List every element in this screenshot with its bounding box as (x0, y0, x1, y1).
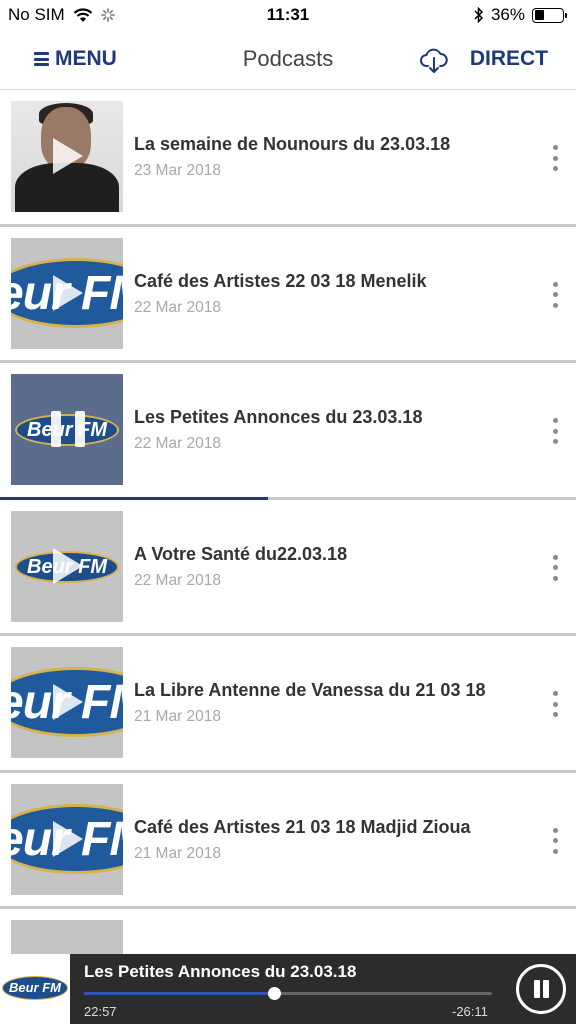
podcast-thumbnail[interactable]: eur FM (11, 647, 123, 758)
battery-level (534, 10, 544, 20)
player-station-logo: Beur FM (0, 954, 70, 1024)
hamburger-icon (34, 52, 49, 66)
play-icon[interactable] (53, 684, 83, 720)
wifi-icon (73, 7, 92, 22)
podcast-thumbnail[interactable]: Beur FM (11, 374, 123, 485)
podcast-title: Café des Artistes 21 03 18 Madjid Zioua (134, 816, 471, 837)
podcast-date: 22 Mar 2018 (134, 298, 222, 316)
carrier-label: No SIM (8, 5, 65, 24)
podcast-title: Les Petites Annonces du 23.03.18 (134, 407, 423, 427)
more-options-icon[interactable] (550, 827, 560, 854)
battery-percent: 36% (490, 5, 525, 24)
player-logo-text: Beur FM (9, 980, 61, 995)
status-bar: No SIM 11:31 36% (0, 0, 576, 30)
player-seek-bar[interactable] (84, 987, 492, 1000)
podcast-item[interactable]: eur FM Café des Artistes 22 03 18 Menelik… (0, 226, 576, 363)
more-options-icon[interactable] (550, 418, 560, 444)
podcast-list: La semaine de Nounours du 23.03.18 23 Mar… (0, 90, 576, 1024)
play-icon[interactable] (53, 274, 83, 311)
podcast-title: La Libre Antenne de Vanessa du 21 03 18 (134, 680, 486, 700)
bluetooth-icon (474, 7, 484, 23)
podcast-date: 21 Mar 2018 (134, 844, 222, 862)
podcast-item[interactable]: eur FM La Libre Antenne de Vanessa du 21 … (0, 636, 576, 773)
play-icon[interactable] (53, 138, 83, 174)
podcast-thumbnail[interactable] (11, 101, 123, 212)
player-track-title: Les Petites Annonces du 23.03.18 (84, 962, 357, 981)
mini-player: Beur FM Les Petites Annonces du 23.03.18… (0, 954, 576, 1024)
status-right: 36% (474, 5, 567, 25)
player-seek-fill (84, 992, 274, 995)
pause-icon-bar (543, 980, 549, 998)
menu-button[interactable]: MENU (34, 47, 117, 71)
podcast-date: 22 Mar 2018 (134, 435, 222, 452)
player-seek-knob[interactable] (267, 987, 281, 1000)
menu-label: MENU (55, 47, 117, 70)
loading-spinner-icon (100, 8, 115, 22)
cloud-download-icon[interactable] (419, 45, 449, 75)
podcast-item[interactable]: Beur FM Les Petites Annonces du 23.03.18 2… (0, 363, 576, 500)
podcast-date: 21 Mar 2018 (134, 708, 222, 725)
play-icon[interactable] (53, 547, 83, 584)
play-icon[interactable] (53, 820, 83, 857)
player-pause-button[interactable] (516, 964, 566, 1014)
podcast-item[interactable]: eur FM Café des Artistes 21 03 18 Madjid … (0, 772, 576, 909)
player-elapsed-time: 22:57 (84, 1004, 117, 1019)
pause-icon-bar (534, 980, 540, 998)
podcast-title: La semaine de Nounours du 23.03.18 (134, 134, 451, 154)
direct-button[interactable]: DIRECT (470, 47, 548, 71)
player-remaining-time: -26:11 (452, 1004, 488, 1019)
podcast-thumbnail[interactable]: eur FM (11, 237, 123, 349)
podcast-date: 23 Mar 2018 (134, 162, 222, 179)
more-options-icon[interactable] (550, 554, 560, 581)
podcast-thumbnail[interactable]: Beur FM (11, 510, 123, 622)
more-options-icon[interactable] (550, 145, 560, 171)
more-options-icon[interactable] (550, 281, 560, 308)
app-header: MENU Podcasts DIRECT (0, 30, 576, 90)
battery-icon (532, 7, 567, 23)
podcast-item[interactable]: La semaine de Nounours du 23.03.18 23 Mar… (0, 90, 576, 227)
more-options-icon[interactable] (550, 691, 560, 717)
podcast-date: 22 Mar 2018 (134, 571, 222, 589)
podcast-thumbnail[interactable]: eur FM (11, 783, 123, 895)
status-left: No SIM (8, 5, 115, 25)
podcast-item[interactable]: Beur FM A Votre Santé du22.03.18 22 Mar 20… (0, 499, 576, 636)
pause-icon[interactable] (51, 411, 85, 447)
podcast-title: Café des Artistes 22 03 18 Menelik (134, 270, 427, 291)
podcast-title: A Votre Santé du22.03.18 (134, 543, 348, 564)
